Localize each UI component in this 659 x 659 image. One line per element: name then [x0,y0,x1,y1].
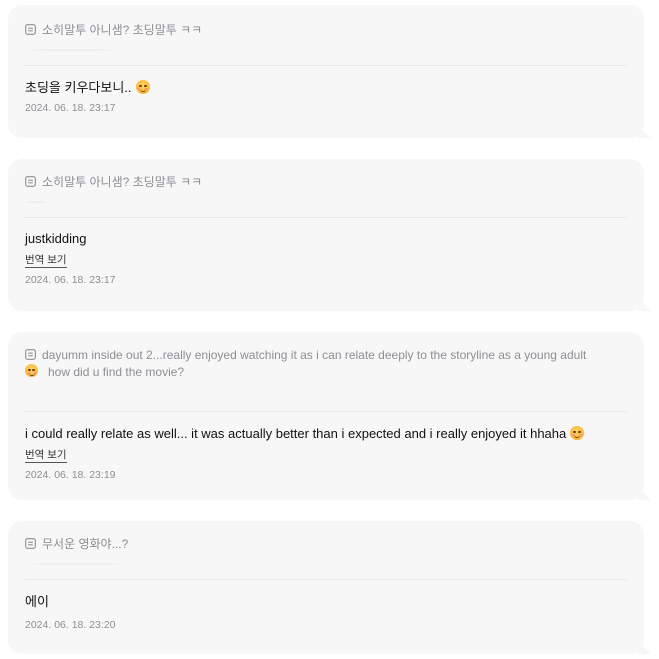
bubble-tail [637,640,651,654]
translate-link[interactable]: 번역 보기 [25,448,67,463]
message-card-1: 소히말투 아니샘? 초딩말투 ㅋㅋ 초딩을 키우다보니.. 2024. 06. … [8,5,651,138]
blurred-preview [27,201,47,203]
quoted-message[interactable]: dayumm inside out 2...really enjoyed wat… [25,332,627,364]
memo-icon [25,24,36,35]
blurred-preview [25,49,115,51]
message-body: i could really relate as well... it was … [25,426,567,441]
message-text: 초딩을 키우다보니.. [25,79,627,97]
timestamp: 2024. 06. 18. 23:17 [25,274,116,286]
timestamp: 2024. 06. 18. 23:20 [25,619,116,631]
translate-link[interactable]: 번역 보기 [25,253,67,268]
quote-text: dayumm inside out 2...really enjoyed wat… [42,347,627,364]
divider [25,579,627,580]
message-text: 에이 [25,594,49,609]
divider [25,65,627,66]
message-card-3: dayumm inside out 2...really enjoyed wat… [8,332,651,500]
blurred-preview [25,563,125,565]
quote-line-1: dayumm inside out 2...really enjoyed wat… [42,348,587,362]
timestamp: 2024. 06. 18. 23:19 [25,469,116,481]
message-card-4: 무서운 영화야...? 에이 2024. 06. 18. 23:20 [8,521,651,654]
bubble-tail [637,124,651,138]
quoted-message[interactable]: 무서운 영화야...? [25,521,627,553]
memo-icon [25,176,36,187]
hugging-face-emoji [25,364,38,377]
memo-icon [25,538,36,549]
quote-text: 무서운 영화야...? [42,537,129,551]
bubble-tail [637,297,651,311]
memo-icon [25,349,36,360]
divider [25,217,627,218]
quoted-message[interactable]: 소히말투 아니샘? 초딩말투 ㅋㅋ [25,159,627,191]
bubble-tail [637,486,651,500]
message-text: justkidding [25,231,87,246]
quoted-message-line-2: how did u find the movie? [25,364,627,381]
message-body: 초딩을 키우다보니.. [25,80,132,95]
smiling-face-emoji [570,426,585,440]
quoted-message[interactable]: 소히말투 아니샘? 초딩말투 ㅋㅋ [25,5,627,39]
blushing-smile-emoji [135,80,150,94]
quote-line-2: how did u find the movie? [48,365,185,379]
message-text: i could really relate as well... it was … [25,425,627,443]
quote-text: 소히말투 아니샘? 초딩말투 ㅋㅋ [42,175,203,189]
message-card-2: 소히말투 아니샘? 초딩말투 ㅋㅋ justkidding 번역 보기 2024… [8,159,651,311]
timestamp: 2024. 06. 18. 23:17 [25,102,116,114]
quote-text: 소히말투 아니샘? 초딩말투 ㅋㅋ [42,23,203,37]
divider [25,411,627,412]
